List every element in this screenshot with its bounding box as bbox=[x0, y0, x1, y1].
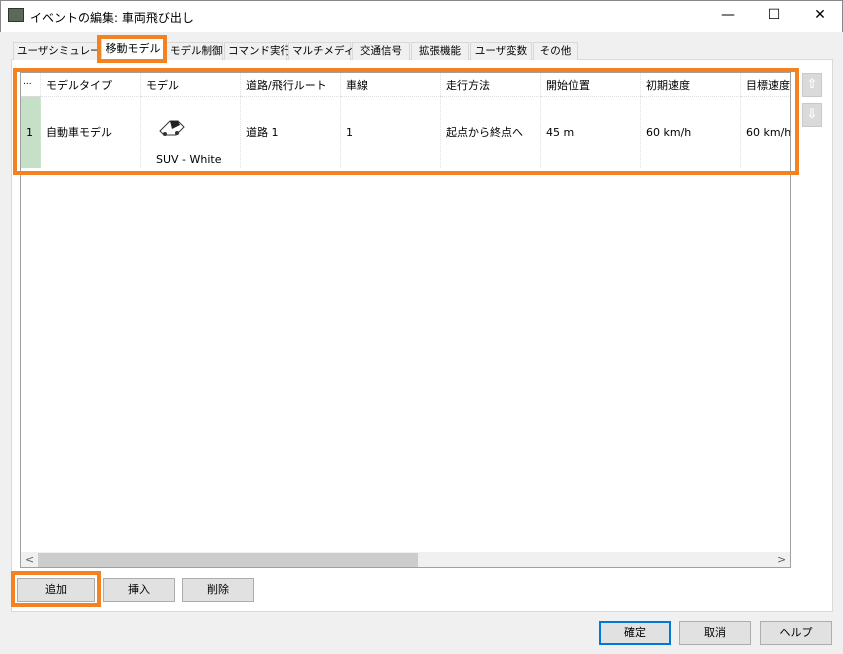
table-cell[interactable]: 自動車モデル bbox=[41, 96, 141, 168]
horizontal-scrollbar[interactable]: < > bbox=[21, 552, 790, 567]
move-down-button[interactable]: ⇩ bbox=[802, 103, 822, 127]
model-name: SUV - White bbox=[156, 153, 222, 166]
table-cell[interactable]: 1 bbox=[341, 96, 441, 168]
scroll-left-button[interactable]: < bbox=[25, 553, 34, 566]
model-table[interactable]: ... モデルタイプ モデル 道路/飛行ルート 車線 走行方法 開始位置 初期速… bbox=[20, 72, 791, 568]
tab-other[interactable]: その他 bbox=[533, 42, 578, 60]
cancel-button[interactable]: 取消 bbox=[679, 621, 751, 645]
column-header[interactable]: 初期速度 bbox=[641, 73, 741, 96]
tab-command[interactable]: コマンド実行 bbox=[224, 42, 291, 60]
car-icon bbox=[159, 120, 185, 136]
tab-user-variables[interactable]: ユーザ変数 bbox=[470, 42, 532, 60]
insert-button[interactable]: 挿入 bbox=[103, 578, 175, 602]
minimize-button[interactable]: — bbox=[705, 0, 751, 32]
scroll-right-button[interactable]: > bbox=[777, 553, 786, 566]
tab-multimedia[interactable]: マルチメディア bbox=[288, 42, 365, 60]
column-header[interactable]: 開始位置 bbox=[541, 73, 641, 96]
column-header[interactable]: モデル bbox=[141, 73, 241, 96]
scrollbar-thumb[interactable] bbox=[38, 553, 418, 567]
column-header[interactable]: 車線 bbox=[341, 73, 441, 96]
window-title: イベントの編集: 車両飛び出し bbox=[30, 11, 194, 25]
column-header[interactable]: 目標速度 bbox=[741, 73, 790, 96]
column-header[interactable]: モデルタイプ bbox=[41, 73, 141, 96]
table-cell[interactable]: 60 km/h bbox=[641, 96, 741, 168]
tab-extensions[interactable]: 拡張機能 bbox=[411, 42, 469, 60]
move-up-button[interactable]: ⇧ bbox=[802, 73, 822, 97]
tab-moving-model[interactable]: 移動モデル bbox=[101, 38, 165, 60]
column-header[interactable]: 道路/飛行ルート bbox=[241, 73, 341, 96]
table-cell[interactable]: 45 m bbox=[541, 96, 641, 168]
app-icon bbox=[8, 8, 24, 22]
table-cell[interactable]: 道路 1 bbox=[241, 96, 341, 168]
add-button[interactable]: 追加 bbox=[17, 578, 95, 602]
row-header-label: ... bbox=[21, 73, 41, 96]
close-button[interactable]: ✕ bbox=[797, 0, 843, 32]
table-cell[interactable]: 起点から終点へ bbox=[441, 96, 541, 168]
maximize-button[interactable]: ☐ bbox=[751, 0, 797, 32]
column-header[interactable]: 走行方法 bbox=[441, 73, 541, 96]
table-cell[interactable]: SUV - White bbox=[141, 96, 241, 168]
row-header[interactable]: 1 bbox=[21, 96, 41, 168]
table-cell[interactable]: 60 km/h bbox=[741, 96, 790, 168]
tab-traffic-signal[interactable]: 交通信号 bbox=[352, 42, 410, 60]
help-button[interactable]: ヘルプ bbox=[760, 621, 832, 645]
tab-user-simulation[interactable]: ユーザシミュレーション bbox=[13, 42, 132, 60]
ok-button[interactable]: 確定 bbox=[599, 621, 671, 645]
tab-model-control[interactable]: モデル制御 bbox=[166, 42, 223, 60]
delete-button[interactable]: 削除 bbox=[182, 578, 254, 602]
